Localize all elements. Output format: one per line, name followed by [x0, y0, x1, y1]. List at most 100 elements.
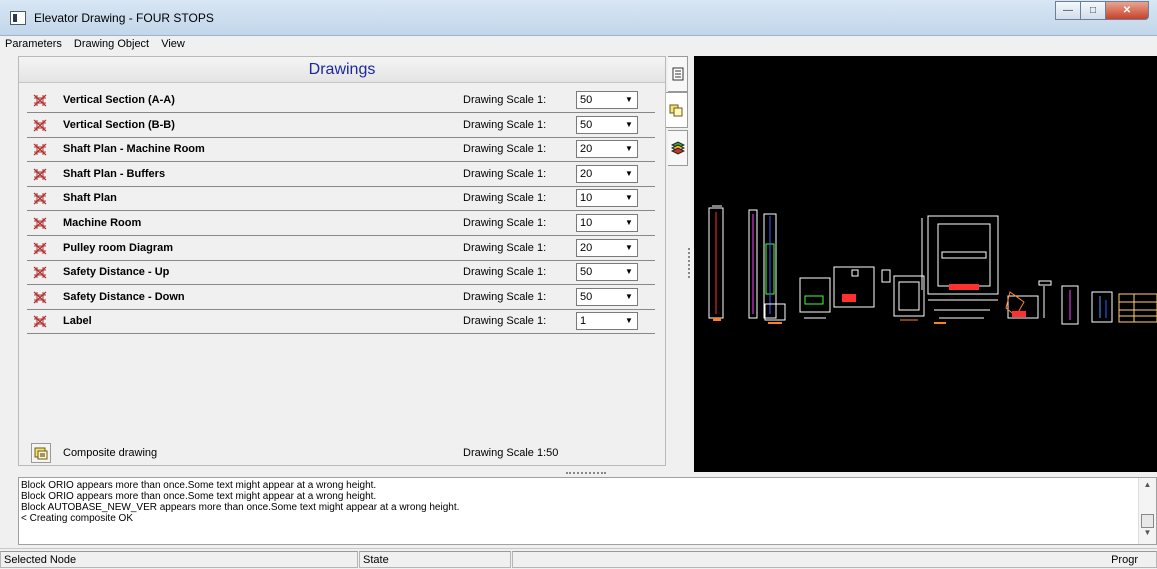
- drawing-scale-value: 10: [580, 192, 593, 205]
- chevron-down-icon[interactable]: ▼: [622, 118, 636, 132]
- drawings-panel: Drawings Vertical Section (A-A) Drawing S…: [18, 56, 666, 466]
- drawing-icon: [33, 242, 47, 255]
- minimize-button[interactable]: —: [1055, 1, 1081, 20]
- composite-icon[interactable]: [31, 443, 51, 463]
- drawing-scale-select[interactable]: 50 ▼: [576, 115, 638, 134]
- drawing-scale-select[interactable]: 10 ▼: [576, 214, 638, 232]
- drawing-icon: [33, 266, 47, 279]
- scroll-thumb[interactable]: [1141, 514, 1154, 528]
- drawing-scale-value: 10: [580, 217, 593, 229]
- drawing-scale-label: Drawing Scale 1:: [463, 167, 547, 180]
- drawing-scale-label: Drawing Scale 1:: [463, 94, 547, 106]
- drawing-scale-label: Drawing Scale 1:: [463, 266, 547, 279]
- chevron-down-icon[interactable]: ▼: [622, 93, 636, 107]
- drawing-name: Shaft Plan - Machine Room: [63, 143, 205, 156]
- chevron-down-icon[interactable]: ▼: [622, 265, 636, 279]
- composite-scale: Drawing Scale 1:50: [463, 447, 559, 459]
- drawing-name: Shaft Plan - Buffers: [63, 167, 166, 180]
- maximize-button[interactable]: □: [1080, 1, 1106, 20]
- drawing-scale-label: Drawing Scale 1:: [463, 290, 547, 303]
- view-tabs: [666, 56, 688, 466]
- drawing-row[interactable]: Vertical Section (A-A) Drawing Scale 1: 50…: [27, 89, 655, 113]
- app-icon: [10, 11, 26, 25]
- drawing-icon: [33, 217, 47, 230]
- menu-drawing-object[interactable]: Drawing Object: [69, 36, 153, 50]
- drawing-scale-value: 50: [580, 290, 593, 303]
- drawing-scale-label: Drawing Scale 1:: [463, 315, 547, 328]
- drawing-scale-select[interactable]: 50 ▼: [576, 287, 638, 306]
- drawing-row[interactable]: Label Drawing Scale 1: 1 ▼: [27, 310, 655, 335]
- drawing-icon: [33, 192, 47, 205]
- log-line: Block ORIO appears more than once.Some t…: [21, 480, 377, 491]
- drawing-scale-select[interactable]: 20 ▼: [576, 164, 638, 183]
- vertical-splitter[interactable]: [688, 248, 691, 278]
- drawing-icon: [33, 291, 47, 304]
- drawing-icon: [33, 143, 47, 156]
- composite-label[interactable]: Composite drawing: [63, 447, 157, 459]
- drawing-scale-label: Drawing Scale 1:: [463, 192, 547, 205]
- drawing-name: Safety Distance - Up: [63, 266, 170, 279]
- drawing-scale-value: 50: [580, 266, 593, 279]
- document-icon: [672, 67, 684, 81]
- drawing-name: Vertical Section (A-A): [63, 94, 175, 106]
- drawing-name: Machine Room: [63, 217, 142, 229]
- drawing-scale-value: 50: [580, 118, 593, 131]
- drawing-icon: [33, 168, 47, 181]
- drawing-row[interactable]: Shaft Plan - Buffers Drawing Scale 1: 20 ▼: [27, 163, 655, 187]
- log-line: < Creating composite OK: [21, 513, 133, 524]
- status-bar: Selected Node State Progr: [0, 548, 1157, 569]
- drawing-scale-select[interactable]: 50 ▼: [576, 91, 638, 109]
- scroll-up-icon[interactable]: ▲: [1139, 480, 1156, 494]
- drawing-scale-value: 50: [580, 94, 593, 106]
- drawing-row[interactable]: Vertical Section (B-B) Drawing Scale 1: 50…: [27, 114, 655, 138]
- composite-tab-icon: [669, 104, 683, 117]
- close-button[interactable]: ✕: [1105, 1, 1149, 20]
- chevron-down-icon[interactable]: ▼: [622, 167, 636, 181]
- drawing-name: Label: [63, 315, 92, 328]
- drawing-preview-canvas[interactable]: [694, 56, 1157, 472]
- drawing-row[interactable]: Machine Room Drawing Scale 1: 10 ▼: [27, 212, 655, 236]
- drawing-scale-label: Drawing Scale 1:: [463, 241, 547, 254]
- status-progress: Progr: [512, 551, 1157, 568]
- drawing-row[interactable]: Pulley room Diagram Drawing Scale 1: 20 ▼: [27, 237, 655, 261]
- drawing-row[interactable]: Shaft Plan - Machine Room Drawing Scale 1…: [27, 138, 655, 163]
- drawing-scale-select[interactable]: 50 ▼: [576, 263, 638, 282]
- drawing-row[interactable]: Safety Distance - Up Drawing Scale 1: 50 ▼: [27, 261, 655, 286]
- log-output[interactable]: Block ORIO appears more than once.Some t…: [18, 477, 1157, 545]
- log-scrollbar[interactable]: ▲ ▼: [1138, 478, 1156, 544]
- drawing-name: Shaft Plan: [63, 192, 117, 205]
- drawing-scale-value: 1: [580, 315, 587, 328]
- chevron-down-icon[interactable]: ▼: [622, 191, 636, 205]
- chevron-down-icon[interactable]: ▼: [622, 142, 636, 156]
- drawing-icon: [33, 119, 47, 132]
- drawing-row[interactable]: Safety Distance - Down Drawing Scale 1: 50…: [27, 286, 655, 310]
- drawing-scale-value: 20: [580, 167, 593, 180]
- tab-layers[interactable]: [668, 130, 688, 166]
- drawing-scale-select[interactable]: 20 ▼: [576, 140, 638, 159]
- menu-parameters[interactable]: Parameters: [0, 36, 66, 50]
- composite-preview: [708, 205, 1157, 325]
- chevron-down-icon[interactable]: ▼: [622, 216, 636, 230]
- horizontal-splitter[interactable]: [566, 472, 606, 475]
- log-line: Block AUTOBASE_NEW_VER appears more than…: [21, 502, 460, 513]
- drawing-scale-label: Drawing Scale 1:: [463, 217, 547, 229]
- chevron-down-icon[interactable]: ▼: [622, 241, 636, 255]
- drawing-scale-select[interactable]: 1 ▼: [576, 312, 638, 331]
- tab-document[interactable]: [668, 56, 688, 92]
- drawing-row[interactable]: Shaft Plan Drawing Scale 1: 10 ▼: [27, 187, 655, 212]
- layers-icon: [671, 141, 685, 155]
- tab-composite[interactable]: [666, 92, 688, 128]
- scroll-down-icon[interactable]: ▼: [1139, 528, 1156, 542]
- drawing-scale-select[interactable]: 20 ▼: [576, 238, 638, 257]
- chevron-down-icon[interactable]: ▼: [622, 290, 636, 304]
- log-line: Block ORIO appears more than once.Some t…: [21, 491, 377, 502]
- drawing-scale-value: 20: [580, 143, 593, 156]
- menu-view[interactable]: View: [156, 36, 189, 50]
- window-controls: — □ ✕: [1055, 1, 1149, 20]
- title-bar: Elevator Drawing - FOUR STOPS — □ ✕: [0, 0, 1157, 36]
- drawing-name: Safety Distance - Down: [63, 290, 185, 303]
- drawing-scale-label: Drawing Scale 1:: [463, 143, 547, 156]
- drawing-scale-select[interactable]: 10 ▼: [576, 189, 638, 208]
- drawing-name: Pulley room Diagram: [63, 241, 174, 254]
- chevron-down-icon[interactable]: ▼: [622, 314, 636, 328]
